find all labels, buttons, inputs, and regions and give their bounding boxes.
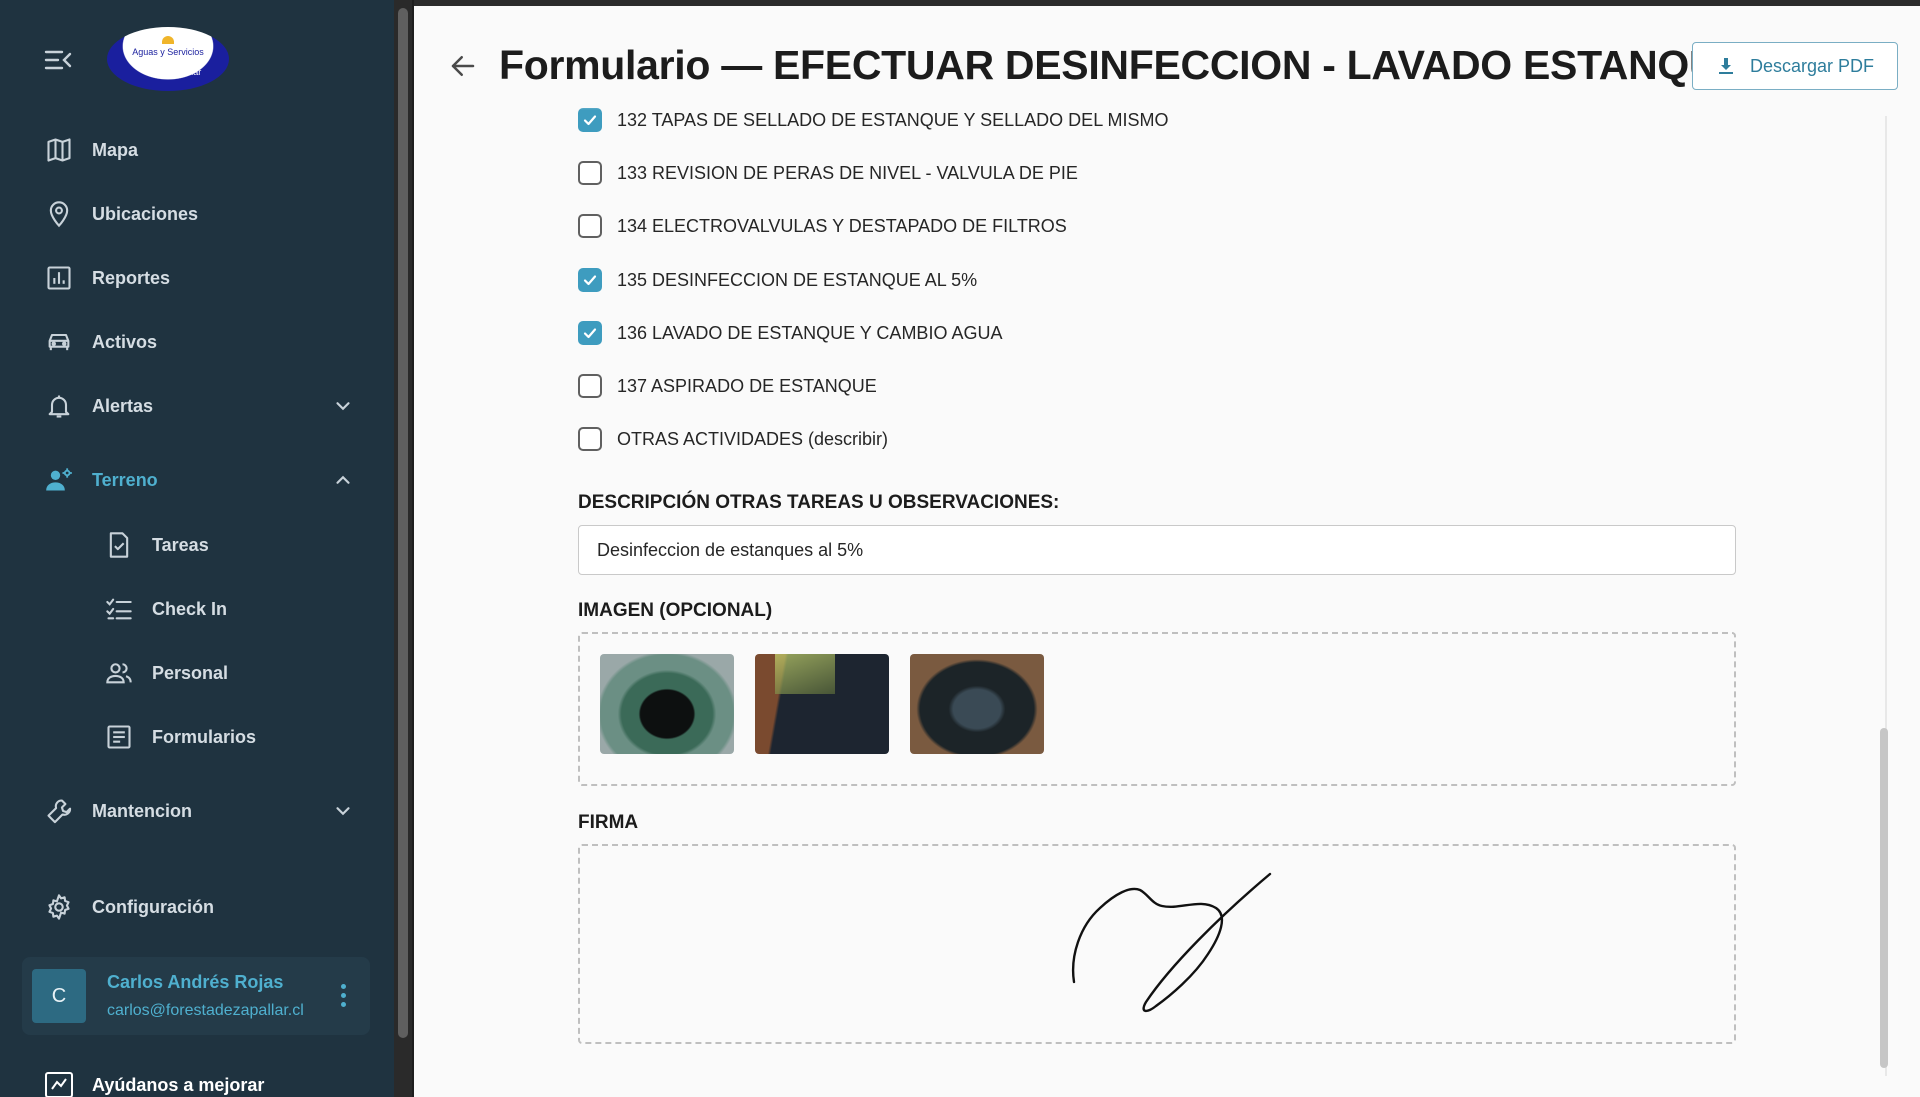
sidebar-subitem-check-in[interactable]: Check In — [104, 589, 354, 629]
back-arrow-icon[interactable] — [448, 51, 478, 81]
feedback-icon — [45, 1072, 73, 1097]
sidebar-item-label: Reportes — [92, 267, 171, 288]
checkbox-unchecked[interactable] — [578, 161, 602, 185]
checklist-item-label: 137 ASPIRADO DE ESTANQUE — [617, 375, 877, 396]
sidebar-scrollbar[interactable] — [394, 0, 412, 1097]
car-icon — [44, 327, 74, 357]
checkbox-checked[interactable] — [578, 108, 602, 132]
bell-icon — [44, 391, 74, 421]
help-improve-link[interactable]: Ayúdanos a mejorar — [44, 1068, 264, 1097]
sidebar-item-activos[interactable]: Activos — [44, 322, 354, 362]
user-email: carlos@forestadezapallar.cl — [107, 1002, 304, 1019]
checklist-item-otras[interactable]: OTRAS ACTIVIDADES (describir) — [578, 424, 888, 454]
menu-collapse-icon[interactable] — [44, 48, 72, 72]
company-logo[interactable]: Aguas y Servicios Los Altos de Zapallar — [107, 27, 229, 91]
sidebar-item-terreno[interactable]: Terreno — [44, 460, 354, 500]
uploaded-image-2[interactable] — [755, 654, 889, 754]
sidebar-item-label: Tareas — [152, 534, 209, 555]
signature-label: FIRMA — [578, 812, 639, 833]
observations-label: DESCRIPCIÓN OTRAS TAREAS U OBSERVACIONES… — [578, 492, 1060, 513]
checklist-item-label: 133 REVISION DE PERAS DE NIVEL - VALVULA… — [617, 162, 1078, 183]
observations-input[interactable] — [578, 525, 1736, 575]
signature-pad[interactable] — [578, 844, 1736, 1044]
user-name: Carlos Andrés Rojas — [107, 972, 284, 992]
logo-sun-icon — [162, 35, 174, 44]
checklist-item-label: 135 DESINFECCION DE ESTANQUE AL 5% — [617, 269, 978, 290]
signature-stroke — [1072, 872, 1272, 1013]
sidebar-item-configuracion[interactable]: Configuración — [44, 887, 354, 927]
sidebar-item-reportes[interactable]: Reportes — [44, 258, 354, 298]
checkbox-unchecked[interactable] — [578, 427, 602, 451]
checkbox-checked[interactable] — [578, 268, 602, 292]
sidebar-item-label: Configuración — [92, 896, 214, 917]
gear-icon — [44, 892, 74, 922]
checkbox-unchecked[interactable] — [578, 214, 602, 238]
logo-text-line3: Zapallar — [168, 66, 202, 77]
sidebar-item-label: Formularios — [152, 726, 257, 747]
sidebar-scrollbar-thumb[interactable] — [398, 8, 408, 1038]
images-label: IMAGEN (OPCIONAL) — [578, 600, 773, 621]
sidebar-item-label: Mantencion — [92, 800, 193, 821]
main-scrollbar[interactable] — [1878, 116, 1888, 1076]
sidebar-subitem-tareas[interactable]: Tareas — [104, 525, 354, 565]
sidebar-item-label: Mapa — [92, 139, 139, 160]
checkbox-checked[interactable] — [578, 321, 602, 345]
bar-chart-icon — [44, 263, 74, 293]
sidebar-item-mantencion[interactable]: Mantencion — [44, 791, 354, 831]
uploaded-image-3[interactable] — [910, 654, 1044, 754]
sidebar-item-label: Activos — [92, 331, 158, 352]
task-file-icon — [104, 530, 134, 560]
chevron-down-icon — [336, 402, 350, 411]
help-label: Ayúdanos a mejorar — [92, 1074, 265, 1095]
chevron-down-icon — [336, 807, 350, 816]
checklist-item-137[interactable]: 137 ASPIRADO DE ESTANQUE — [578, 371, 877, 401]
sidebar-subitem-personal[interactable]: Personal — [104, 653, 354, 693]
checklist-item-label: 134 ELECTROVALVULAS Y DESTAPADO DE FILTR… — [617, 215, 1067, 236]
sidebar-item-alertas[interactable]: Alertas — [44, 386, 354, 426]
checklist-item-label: 136 LAVADO DE ESTANQUE Y CAMBIO AGUA — [617, 322, 1003, 343]
chevron-up-icon — [336, 475, 350, 484]
download-pdf-button[interactable]: Descargar PDF — [1692, 42, 1898, 90]
checklist-item-135[interactable]: 135 DESINFECCION DE ESTANQUE AL 5% — [578, 265, 977, 295]
location-pin-icon — [44, 199, 74, 229]
sidebar-item-mapa[interactable]: Mapa — [44, 130, 354, 170]
main-panel: 132 TAPAS DE SELLADO DE ESTANQUE Y SELLA… — [414, 6, 1920, 1097]
logo-text-line1: Aguas y Servicios — [132, 46, 204, 57]
checklist-icon — [104, 594, 134, 624]
sidebar-item-ubicaciones[interactable]: Ubicaciones — [44, 194, 354, 234]
wrench-icon — [44, 796, 74, 826]
sidebar-item-label: Check In — [152, 598, 228, 619]
user-card[interactable]: C Carlos Andrés Rojas carlos@forestadeza… — [22, 957, 370, 1035]
sidebar-item-label: Terreno — [92, 469, 158, 490]
map-icon — [44, 135, 74, 165]
page-title: Formulario — EFECTUAR DESINFECCION - LAV… — [499, 42, 1746, 88]
checklist-item-136[interactable]: 136 LAVADO DE ESTANQUE Y CAMBIO AGUA — [578, 318, 1002, 348]
download-icon — [1718, 58, 1733, 74]
people-icon — [104, 658, 134, 688]
checklist-item-134[interactable]: 134 ELECTROVALVULAS Y DESTAPADO DE FILTR… — [578, 211, 1067, 241]
form-icon — [104, 722, 134, 752]
image-upload-area[interactable] — [578, 632, 1736, 786]
more-vertical-icon[interactable] — [336, 983, 350, 1009]
main-scrollbar-thumb[interactable] — [1880, 728, 1888, 1068]
checklist-item-133[interactable]: 133 REVISION DE PERAS DE NIVEL - VALVULA… — [578, 158, 1078, 188]
sidebar: Aguas y Servicios Los Altos de Zapallar … — [0, 0, 394, 1097]
sidebar-item-label: Personal — [152, 662, 229, 683]
logo-text-line2: Los Altos de — [143, 56, 193, 67]
sidebar-item-label: Ubicaciones — [92, 203, 199, 224]
worker-icon — [44, 465, 74, 495]
avatar: C — [32, 969, 86, 1023]
download-pdf-label: Descargar PDF — [1749, 55, 1875, 76]
checklist-item-label: OTRAS ACTIVIDADES (describir) — [617, 428, 889, 449]
sidebar-subitem-formularios[interactable]: Formularios — [104, 717, 354, 757]
checklist-item-label: 132 TAPAS DE SELLADO DE ESTANQUE Y SELLA… — [617, 109, 1169, 130]
uploaded-image-1[interactable] — [600, 654, 734, 754]
sidebar-item-label: Alertas — [92, 395, 154, 416]
checkbox-unchecked[interactable] — [578, 374, 602, 398]
